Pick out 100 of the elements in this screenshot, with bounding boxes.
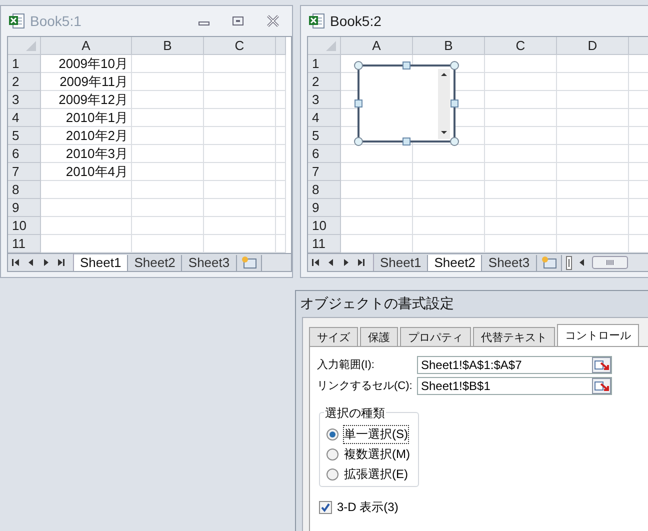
table-cell (557, 217, 629, 235)
sheet-tab[interactable]: Sheet1 (74, 254, 128, 270)
column-header[interactable]: B (132, 37, 204, 55)
row-header[interactable]: 5 (308, 127, 341, 145)
dialog-tab[interactable]: コントロール (557, 324, 639, 346)
row-header[interactable]: 9 (308, 199, 341, 217)
row-header[interactable]: 3 (8, 91, 41, 109)
scroll-left-icon[interactable] (578, 258, 586, 267)
range-select-icon[interactable] (592, 378, 611, 394)
row-header[interactable]: 11 (8, 235, 41, 253)
table-cell (276, 145, 286, 163)
table-cell (132, 217, 204, 235)
table-cell (485, 217, 557, 235)
table-cell (204, 181, 276, 199)
close-icon[interactable] (266, 15, 280, 27)
radio-button[interactable] (326, 428, 339, 440)
sheet-tab[interactable]: Sheet1 (374, 254, 428, 270)
new-sheet-icon[interactable] (540, 256, 557, 269)
restore-icon[interactable] (232, 15, 244, 27)
table-cell (557, 163, 629, 181)
table-cell (132, 127, 204, 145)
table-cell (132, 73, 204, 91)
previous-sheet-icon[interactable] (327, 258, 335, 267)
range-select-icon[interactable] (592, 356, 611, 372)
column-header[interactable]: A (341, 37, 413, 55)
table-cell (276, 73, 286, 91)
table-cell: 2010年2月 (41, 127, 132, 145)
previous-sheet-icon[interactable] (27, 258, 35, 267)
new-sheet-icon[interactable] (240, 256, 257, 269)
checkbox[interactable] (319, 501, 332, 514)
next-sheet-icon[interactable] (342, 258, 350, 267)
table-cell (485, 127, 557, 145)
table-cell (557, 181, 629, 199)
column-header[interactable]: C (485, 37, 557, 55)
column-header[interactable]: A (41, 37, 132, 55)
last-sheet-icon[interactable] (57, 258, 65, 267)
row-header[interactable]: 2 (8, 73, 41, 91)
dialog-tab[interactable]: サイズ (309, 327, 358, 346)
table-cell (276, 127, 286, 145)
sheet-tab[interactable]: Sheet2 (428, 254, 482, 270)
row-header[interactable]: 9 (8, 199, 41, 217)
row-header[interactable]: 8 (8, 181, 41, 199)
excel-icon (9, 13, 25, 29)
row-header[interactable]: 10 (8, 217, 41, 235)
row-header[interactable]: 2 (308, 73, 341, 91)
table-cell (413, 217, 485, 235)
column-header[interactable]: B (413, 37, 485, 55)
last-sheet-icon[interactable] (357, 258, 365, 267)
row-header[interactable]: 6 (308, 145, 341, 163)
excel-icon (309, 13, 325, 29)
row-header[interactable]: 1 (308, 55, 341, 73)
table-cell (341, 181, 413, 199)
input-field[interactable]: Sheet1!$A$1:$A$7 (417, 356, 612, 374)
table-cell: 2009年10月 (41, 55, 132, 73)
table-cell (204, 217, 276, 235)
table-cell (204, 91, 276, 109)
dialog-tab[interactable]: 代替テキスト (473, 327, 555, 346)
sheet-tab[interactable]: Sheet3 (182, 254, 237, 270)
scroll-thumb-icon[interactable] (592, 256, 628, 269)
table-cell (557, 55, 629, 73)
row-header[interactable]: 4 (8, 109, 41, 127)
input-field[interactable]: Sheet1!$B$1 (417, 376, 612, 394)
row-header[interactable]: 7 (308, 163, 341, 181)
table-cell (485, 109, 557, 127)
table-cell (204, 199, 276, 217)
radio-button[interactable] (326, 468, 339, 480)
table-cell (204, 127, 276, 145)
row-header[interactable]: 5 (8, 127, 41, 145)
dialog-title: オブジェクトの書式設定 (299, 294, 455, 313)
table-cell (557, 91, 629, 109)
table-cell (204, 109, 276, 127)
group-label: 選択の種類 (324, 405, 386, 422)
split-handle-icon[interactable] (566, 256, 572, 270)
table-cell: 2009年11月 (41, 73, 132, 91)
table-cell (485, 73, 557, 91)
table-cell (413, 163, 485, 181)
row-header[interactable]: 4 (308, 109, 341, 127)
row-header[interactable]: 1 (8, 55, 41, 73)
row-header[interactable]: 8 (308, 181, 341, 199)
column-header[interactable]: D (557, 37, 629, 55)
sheet-tab[interactable]: Sheet2 (128, 254, 182, 270)
dialog-tab[interactable]: プロパティ (400, 327, 471, 346)
table-cell (276, 109, 286, 127)
column-header[interactable]: C (204, 37, 276, 55)
row-header[interactable]: 3 (308, 91, 341, 109)
sheet-tab[interactable]: Sheet3 (482, 254, 537, 270)
dialog-tab[interactable]: 保護 (360, 327, 398, 346)
row-header[interactable]: 10 (308, 217, 341, 235)
table-cell (341, 217, 413, 235)
table-cell (276, 163, 286, 181)
table-cell (204, 145, 276, 163)
row-header[interactable]: 6 (8, 145, 41, 163)
next-sheet-icon[interactable] (42, 258, 50, 267)
table-cell (341, 199, 413, 217)
row-header[interactable]: 7 (8, 163, 41, 181)
radio-button[interactable] (326, 448, 339, 460)
table-cell (557, 145, 629, 163)
row-header[interactable]: 11 (308, 235, 341, 253)
first-sheet-icon[interactable] (312, 258, 320, 267)
first-sheet-icon[interactable] (12, 258, 20, 267)
